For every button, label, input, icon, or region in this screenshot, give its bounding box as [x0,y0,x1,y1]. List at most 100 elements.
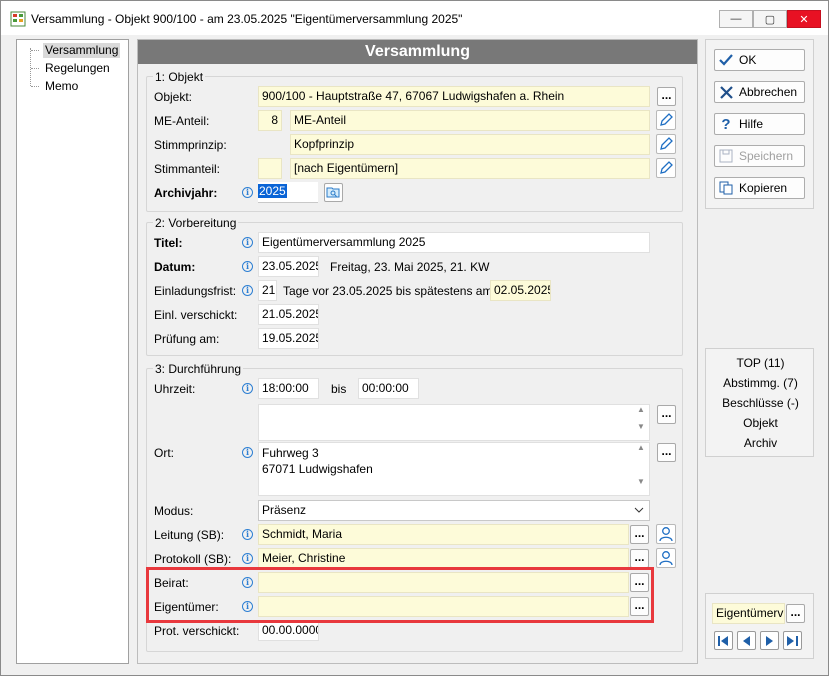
user-icon [659,551,673,566]
beschluesse-link[interactable]: Beschlüsse (-) [706,396,815,410]
dialog-window: Versammlung - Objekt 900/100 - am 23.05.… [0,0,829,676]
kopieren-button[interactable]: Kopieren [714,177,805,199]
stimmanteil-number[interactable] [258,158,282,179]
leitung-field[interactable]: Schmidt, Maria [258,524,629,545]
einl-verschickt-label: Einl. verschickt: [154,308,238,322]
folder-search-icon [326,187,340,198]
me-anteil-field[interactable]: ME-Anteil [290,110,650,131]
last-record-button[interactable] [783,631,802,650]
abstimmung-link[interactable]: Abstimmg. (7) [706,376,815,390]
cancel-icon [718,84,734,100]
ort-extra-browse-button[interactable]: ... [657,405,676,424]
pruefung-label: Prüfung am: [154,332,220,346]
archiv-link[interactable]: Archiv [706,436,815,450]
leitung-browse-button[interactable]: ... [630,525,649,544]
objekt-browse-button[interactable]: ... [657,87,676,106]
me-anteil-number[interactable]: 8 [258,110,282,131]
scrollbar[interactable]: ▲ ▼ [633,405,649,440]
prot-verschickt-field[interactable]: 00.00.0000 [258,620,319,641]
pencil-icon [660,161,673,174]
me-anteil-edit-button[interactable] [656,110,676,130]
tree-item-memo[interactable]: Memo [43,79,80,94]
speichern-button[interactable]: Speichern [714,145,805,167]
scrollbar[interactable]: ▲ ▼ [633,443,649,495]
archivjahr-label: Archivjahr: [154,186,218,200]
ok-button[interactable]: OK [714,49,805,71]
einladungsfrist-label: Einladungsfrist: [154,284,237,298]
eigentuemer-browse-button[interactable]: ... [630,597,649,616]
beirat-browse-button[interactable]: ... [630,573,649,592]
record-filter-browse-button[interactable]: ... [786,604,805,623]
uhrzeit-from-field[interactable]: 18:00:00 [258,378,319,399]
previous-record-button[interactable] [737,631,756,650]
archivjahr-search-button[interactable] [324,183,343,202]
next-record-button[interactable] [760,631,779,650]
archivjahr-field[interactable]: 2025 [258,182,318,203]
minimize-button[interactable]: — [719,10,753,28]
ort-line2: 67071 Ludwigshafen [262,462,373,476]
protokoll-field[interactable]: Meier, Christine [258,548,629,569]
objekt-link[interactable]: Objekt [706,416,815,430]
stimmprinzip-field[interactable]: Kopfprinzip [290,134,650,155]
maximize-button[interactable]: ▢ [753,10,787,28]
ort-browse-button[interactable]: ... [657,443,676,462]
einl-verschickt-field[interactable]: 21.05.2025 [258,304,319,325]
ort-textarea[interactable]: Fuhrweg 3 67071 Ludwigshafen [258,442,650,496]
tree-item-regelungen[interactable]: Regelungen [43,61,112,76]
pruefung-field[interactable]: 19.05.2025 [258,328,319,349]
copy-icon [718,180,734,196]
ort-line1: Fuhrweg 3 [262,446,319,460]
stimmanteil-label: Stimmanteil: [154,162,221,176]
speichern-label: Speichern [739,149,794,163]
uhrzeit-to-field[interactable]: 00:00:00 [358,378,419,399]
maximize-icon: ▢ [764,13,776,26]
group-title-objekt: 1: Objekt [153,70,206,84]
info-icon: i [242,261,253,272]
help-icon: ? [721,115,731,133]
eigentuemer-label: Eigentümer: [154,600,219,614]
info-icon: i [242,383,253,394]
ok-label: OK [739,53,757,67]
scroll-up-icon: ▲ [637,405,645,414]
last-icon [787,635,798,646]
navigation-tree: Versammlung Regelungen Memo [16,39,129,664]
scroll-down-icon: ▼ [637,422,645,431]
kopieren-label: Kopieren [739,181,788,195]
first-record-button[interactable] [714,631,733,650]
protokoll-browse-button[interactable]: ... [630,549,649,568]
prot-verschickt-label: Prot. verschickt: [154,624,240,638]
modus-value: Präsenz [262,503,307,517]
objekt-field[interactable]: 900/100 - Hauptstraße 47, 67067 Ludwigsh… [258,86,650,107]
protokoll-user-button[interactable] [656,548,676,568]
app-icon [10,11,26,27]
leitung-user-button[interactable] [656,524,676,544]
einladungsfrist-days-field[interactable]: 21 [258,280,277,301]
record-filter-field[interactable]: Eigentümerv [712,603,785,624]
bis-label: bis [331,382,347,396]
beirat-field[interactable] [258,572,629,593]
titel-field[interactable]: Eigentümerversammlung 2025 [258,232,650,253]
info-icon: i [242,601,253,612]
eigentuemer-field[interactable] [258,596,629,617]
main-panel: Versammlung 1: Objekt Objekt: 900/100 - … [137,39,698,664]
chevron-down-icon [634,507,644,513]
close-icon: ✕ [799,13,809,26]
window-title: Versammlung - Objekt 900/100 - am 23.05.… [31,12,463,26]
ort-extra-textarea[interactable] [258,404,650,441]
close-button[interactable]: ✕ [787,10,821,28]
info-icon: i [242,577,253,588]
abbrechen-button[interactable]: Abbrechen [714,81,805,103]
modus-select[interactable]: Präsenz [258,500,650,521]
scroll-up-icon: ▲ [637,443,645,452]
einladungsfrist-date-field[interactable]: 02.05.2025 [490,280,551,301]
top-link[interactable]: TOP (11) [706,356,815,370]
tree-item-versammlung[interactable]: Versammlung [43,43,121,58]
stimmanteil-field[interactable]: [nach Eigentümern] [290,158,650,179]
group-title-durchfuehrung: 3: Durchführung [153,362,244,376]
hilfe-button[interactable]: ? Hilfe [714,113,805,135]
leitung-label: Leitung (SB): [154,528,225,542]
stimmanteil-edit-button[interactable] [656,158,676,178]
stimmprinzip-edit-button[interactable] [656,134,676,154]
info-icon: i [242,237,253,248]
datum-field[interactable]: 23.05.2025 [258,256,319,277]
